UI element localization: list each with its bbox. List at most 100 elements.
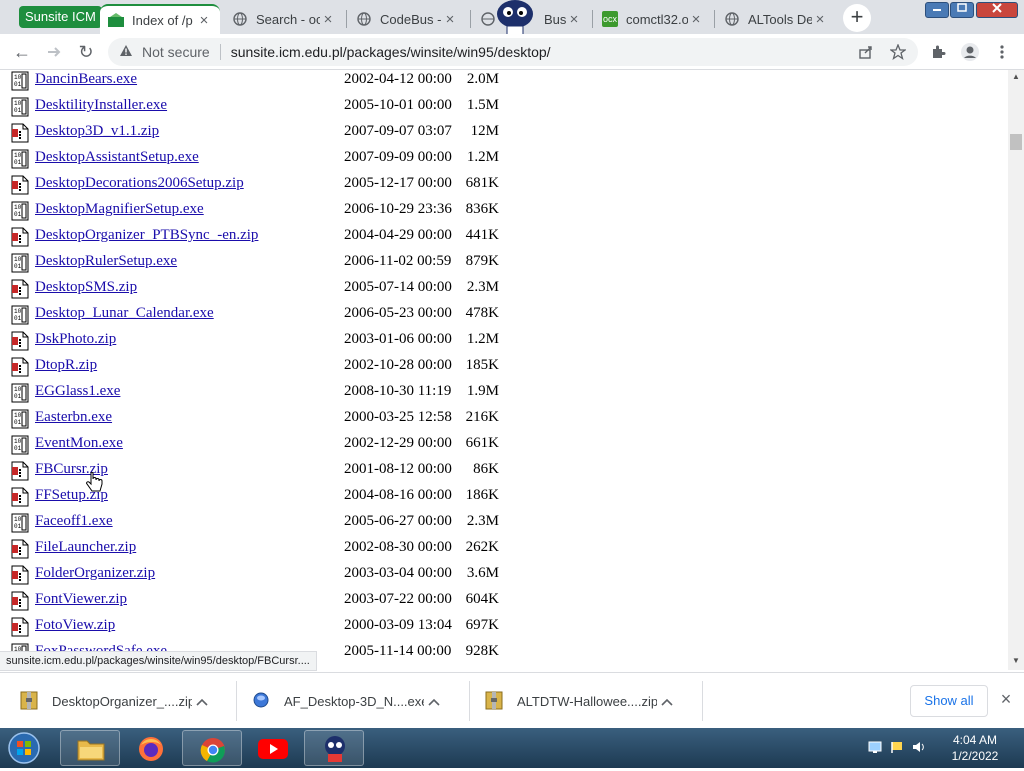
scroll-up-arrow-icon[interactable]: ▲ — [1008, 72, 1024, 81]
compressed-file-icon[interactable] — [11, 539, 31, 559]
taskbar-clock[interactable]: 4:04 AM 1/2/2022 — [930, 732, 1020, 764]
forward-button[interactable] — [40, 38, 68, 66]
warning-triangle-icon[interactable] — [118, 44, 134, 60]
file-link[interactable]: Faceoff1.exe — [35, 513, 113, 530]
extensions-puzzle-icon[interactable] — [924, 38, 952, 66]
file-date: 2002-12-29 00:00 — [344, 435, 452, 451]
clock-time: 4:04 AM — [952, 733, 998, 747]
download-item[interactable]: DesktopOrganizer_....zip — [20, 673, 212, 729]
compressed-file-icon[interactable] — [11, 123, 31, 143]
binary-file-icon[interactable]: 1001 — [11, 71, 31, 91]
tab-codebus[interactable]: CodeBus - × — [348, 4, 466, 34]
minimize-button[interactable] — [925, 2, 949, 18]
compressed-file-icon[interactable] — [11, 357, 31, 377]
bookmark-star-icon[interactable] — [884, 38, 912, 66]
tab-close-icon[interactable]: × — [566, 11, 582, 28]
file-link[interactable]: DesktopRulerSetup.exe — [35, 253, 177, 270]
tray-network-icon[interactable] — [868, 740, 882, 759]
binary-file-icon[interactable]: 1001 — [11, 149, 31, 169]
tab-close-icon[interactable]: × — [442, 11, 458, 28]
file-link[interactable]: Desktop3D_v1.1.zip — [35, 123, 159, 140]
file-link[interactable]: DesktopDecorations2006Setup.zip — [35, 175, 244, 192]
taskbar-cartoon-app[interactable] — [304, 730, 364, 766]
compressed-file-icon[interactable] — [11, 175, 31, 195]
tab-close-icon[interactable]: × — [812, 11, 828, 28]
file-link[interactable]: DesktopMagnifierSetup.exe — [35, 201, 204, 218]
scroll-down-arrow-icon[interactable]: ▼ — [1008, 656, 1024, 665]
compressed-file-icon[interactable] — [11, 617, 31, 637]
file-link[interactable]: DesktopAssistantSetup.exe — [35, 149, 199, 166]
close-window-button[interactable] — [976, 2, 1018, 18]
binary-file-icon[interactable]: 1001 — [11, 97, 31, 117]
binary-file-icon[interactable]: 1001 — [11, 201, 31, 221]
file-size: 697K — [465, 617, 499, 633]
file-link[interactable]: FotoView.zip — [35, 617, 115, 634]
file-size: 1.5M — [466, 97, 499, 113]
tab-index[interactable]: Index of /p × — [100, 4, 220, 34]
folder-icon — [76, 736, 106, 767]
compressed-file-icon[interactable] — [11, 487, 31, 507]
chevron-up-icon[interactable] — [424, 693, 444, 709]
tab-comctl32[interactable]: ocx comctl32.o × — [594, 4, 712, 34]
scrollbar-thumb[interactable] — [1010, 134, 1022, 150]
back-button[interactable]: ← — [8, 38, 36, 66]
url-text[interactable]: sunsite.icm.edu.pl/packages/winsite/win9… — [231, 44, 551, 60]
file-link[interactable]: DancinBears.exe — [35, 71, 137, 88]
file-date: 2007-09-09 00:00 — [344, 149, 452, 165]
file-link[interactable]: FileLauncher.zip — [35, 539, 136, 556]
file-size: 1.2M — [466, 149, 499, 165]
compressed-file-icon[interactable] — [11, 591, 31, 611]
tab-close-icon[interactable]: × — [320, 11, 336, 28]
new-tab-button[interactable]: + — [843, 4, 871, 32]
start-button[interactable] — [4, 730, 44, 766]
download-item[interactable]: AF_Desktop-3D_N....exe — [252, 673, 444, 729]
binary-file-icon[interactable]: 1001 — [11, 435, 31, 455]
file-link[interactable]: FolderOrganizer.zip — [35, 565, 155, 582]
tab-altools[interactable]: ALTools De × — [716, 4, 836, 34]
binary-file-icon[interactable]: 1001 — [11, 409, 31, 429]
binary-file-icon[interactable]: 1001 — [11, 383, 31, 403]
taskbar-youtube[interactable] — [243, 730, 303, 766]
tab-close-icon[interactable]: × — [196, 12, 212, 29]
binary-file-icon[interactable]: 1001 — [11, 305, 31, 325]
taskbar-firefox[interactable] — [121, 730, 181, 766]
download-item[interactable]: ALTDTW-Hallowee....zip — [485, 673, 677, 729]
close-shelf-icon[interactable]: × — [996, 689, 1016, 713]
address-bar[interactable]: Not secure sunsite.icm.edu.pl/packages/w… — [108, 38, 918, 66]
vertical-scrollbar[interactable]: ▲ ▼ — [1008, 70, 1024, 670]
file-link[interactable]: Desktop_Lunar_Calendar.exe — [35, 305, 214, 322]
taskbar-explorer[interactable] — [60, 730, 120, 766]
profile-avatar-icon[interactable] — [956, 38, 984, 66]
compressed-file-icon[interactable] — [11, 227, 31, 247]
menu-kebab-icon[interactable] — [988, 38, 1016, 66]
file-link[interactable]: DesktopSMS.zip — [35, 279, 137, 296]
file-link[interactable]: DesktopOrganizer_PTBSync_-en.zip — [35, 227, 258, 244]
file-link[interactable]: DskPhoto.zip — [35, 331, 116, 348]
file-link[interactable]: EventMon.exe — [35, 435, 123, 452]
tab-group-chip[interactable]: Sunsite ICM — [19, 6, 102, 28]
maximize-button[interactable] — [950, 2, 974, 18]
show-all-button[interactable]: Show all — [910, 685, 988, 717]
tray-flag-icon[interactable] — [890, 740, 904, 759]
file-link[interactable]: Easterbn.exe — [35, 409, 112, 426]
file-link[interactable]: DtopR.zip — [35, 357, 97, 374]
compressed-file-icon[interactable] — [11, 279, 31, 299]
compressed-file-icon[interactable] — [11, 461, 31, 481]
compressed-file-icon[interactable] — [11, 565, 31, 585]
file-link[interactable]: EGGlass1.exe — [35, 383, 120, 400]
file-link[interactable]: FontViewer.zip — [35, 591, 127, 608]
ocx-icon: ocx — [602, 11, 618, 27]
share-icon[interactable] — [852, 38, 880, 66]
binary-file-icon[interactable]: 1001 — [11, 253, 31, 273]
tray-volume-icon[interactable] — [912, 740, 926, 759]
chevron-up-icon[interactable] — [192, 693, 212, 709]
tab-close-icon[interactable]: × — [688, 11, 704, 28]
chevron-up-icon[interactable] — [657, 693, 677, 709]
taskbar-chrome[interactable] — [182, 730, 242, 766]
compressed-file-icon[interactable] — [11, 331, 31, 351]
file-link[interactable]: DesktilityInstaller.exe — [35, 97, 167, 114]
reload-button[interactable]: ↻ — [72, 38, 100, 66]
security-label[interactable]: Not secure — [142, 44, 210, 60]
tab-search[interactable]: Search - oc × — [224, 4, 344, 34]
binary-file-icon[interactable]: 1001 — [11, 513, 31, 533]
